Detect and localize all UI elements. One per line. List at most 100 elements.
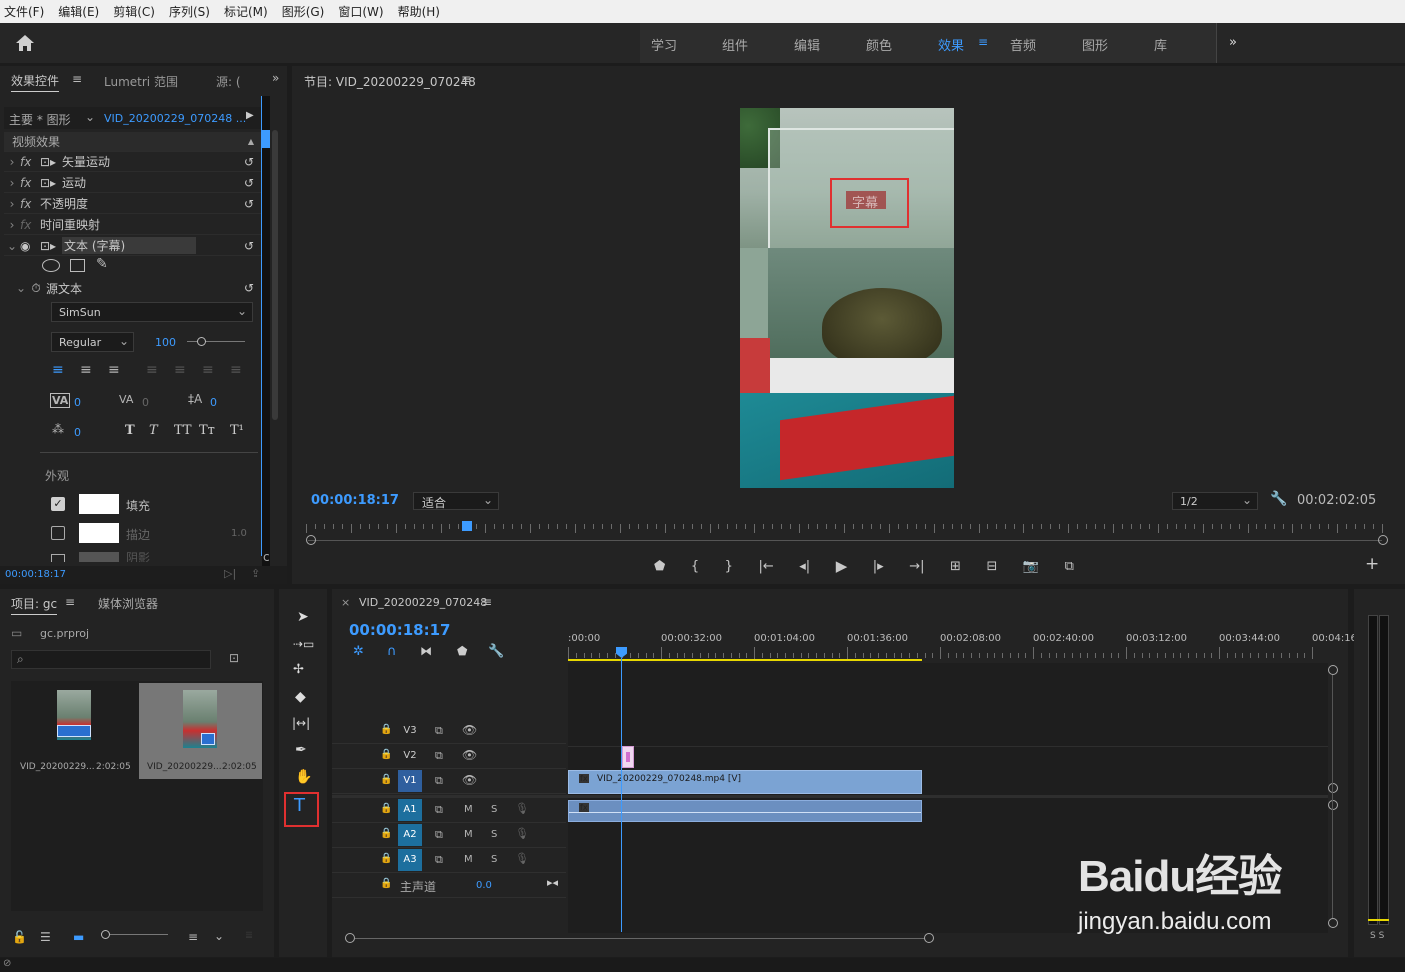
export-frame-icon[interactable]: 📷 (1023, 559, 1039, 574)
sync-lock-icon[interactable]: ⧉ (435, 724, 443, 738)
eye-icon[interactable]: 👁 (462, 748, 477, 762)
h-scroll-bar[interactable] (355, 938, 925, 939)
go-to-edges-icon[interactable]: ▸◂ (547, 876, 558, 889)
shadow-checkbox[interactable] (51, 554, 65, 562)
sync-lock-icon[interactable]: ⧉ (435, 749, 443, 763)
microphone-icon[interactable]: 🎙 (515, 802, 529, 815)
lock-icon[interactable]: 🔒 (380, 803, 392, 814)
effect-timecode[interactable]: 00:00:18:17 (5, 569, 66, 580)
track-select-tool-icon[interactable]: ⇢▭ (293, 637, 314, 651)
go-to-out-icon[interactable]: →| (909, 559, 924, 574)
timeline-timecode[interactable]: 00:00:18:17 (349, 621, 451, 639)
track-label[interactable]: A1 (398, 799, 422, 821)
solo-button[interactable]: S (491, 854, 497, 865)
lock-icon[interactable]: 🔒 (380, 828, 392, 839)
timeline-settings-icon[interactable]: 🔧 (488, 644, 504, 659)
panel-menu-icon[interactable]: ≡ (482, 595, 492, 609)
lock-icon[interactable]: 🔒 (380, 724, 392, 735)
chevron-down-icon[interactable]: ⌄ (214, 929, 224, 943)
add-marker-icon[interactable]: ⬟ (654, 559, 665, 574)
workspace-color[interactable]: 颜色 (866, 35, 892, 54)
new-bin-icon[interactable]: ⊡ (229, 651, 239, 665)
stroke-width-value[interactable]: 1.0 (231, 528, 247, 539)
solo-button[interactable]: S (491, 829, 497, 840)
razor-tool-icon[interactable]: ◆ (295, 689, 306, 705)
scroll-handle-audio[interactable] (1328, 800, 1338, 810)
effect-playhead-marker[interactable] (262, 130, 270, 148)
justify-center-icon[interactable]: ≡ (174, 362, 186, 378)
track-label[interactable]: V3 (398, 720, 422, 742)
sync-lock-icon[interactable]: ⧉ (435, 803, 443, 817)
pen-tool-icon[interactable]: ✒ (295, 742, 307, 758)
reset-icon[interactable]: ↺ (244, 281, 254, 295)
timeline-ruler[interactable]: :00:00 00:00:32:00 00:01:04:00 00:01:36:00 0… (568, 633, 1357, 661)
slip-tool-icon[interactable]: |↔| (292, 716, 310, 730)
project-item-1[interactable]: VID_20200229... 2:02:05 (13, 683, 136, 779)
workspace-audio[interactable]: 音频 (1010, 35, 1036, 54)
add-marker-icon[interactable]: ⬟ (457, 644, 467, 658)
slider-handle[interactable] (101, 930, 110, 939)
play-arrow-icon[interactable]: ▶ (246, 110, 254, 121)
mark-in-icon[interactable]: { (691, 559, 699, 574)
lock-icon[interactable]: 🔒 (380, 853, 392, 864)
fill-checkbox[interactable]: ✓ (51, 497, 65, 511)
lock-icon[interactable]: 🔓 (12, 930, 27, 944)
effect-row-motion[interactable]: › fx ⊡▸ 运动 ↺ (4, 173, 262, 193)
go-to-in-icon[interactable]: |← (758, 559, 773, 574)
lift-icon[interactable]: ⊞ (950, 559, 961, 574)
sync-lock-icon[interactable]: ⧉ (435, 774, 443, 788)
zoom-handle-left[interactable] (306, 535, 316, 545)
workspace-libraries[interactable]: 库 (1154, 35, 1167, 54)
track-label[interactable]: A2 (398, 824, 422, 846)
comparison-view-icon[interactable]: ⧉ (1065, 559, 1074, 574)
workspace-graphics[interactable]: 图形 (1082, 35, 1108, 54)
kerning-value[interactable]: 0 (74, 396, 81, 409)
sync-lock-icon[interactable]: ⧉ (435, 853, 443, 867)
clip-selector[interactable]: VID_20200229_070248 ... (104, 112, 246, 125)
chevron-down-icon[interactable]: ⌄ (85, 110, 95, 124)
justify-right-icon[interactable]: ≡ (202, 362, 214, 378)
menu-clip[interactable]: 剪辑(C) (113, 3, 155, 20)
project-item-2[interactable]: VID_20200229... 2:02:05 (139, 683, 262, 779)
eye-icon[interactable]: 👁 (462, 773, 477, 787)
leading-value[interactable]: 0 (210, 396, 217, 409)
tab-media-browser[interactable]: 媒体浏览器 (98, 595, 158, 612)
extract-icon[interactable]: ⊟ (986, 559, 997, 574)
effect-row-vector-motion[interactable]: › fx ⊡▸ 矢量运动 ↺ (4, 152, 262, 172)
faux-italic-icon[interactable]: T (149, 423, 158, 438)
automate-icon[interactable]: ⦙⦙⦙ (246, 931, 252, 941)
icon-view-icon[interactable]: ▬ (73, 930, 84, 944)
font-size-value[interactable]: 100 (155, 336, 176, 349)
filter-icon[interactable]: ▷| (224, 567, 236, 580)
panel-menu-icon[interactable]: ≡ (65, 595, 75, 609)
track-label[interactable]: V2 (398, 745, 422, 767)
track-label[interactable]: A3 (398, 849, 422, 871)
align-center-icon[interactable]: ≡ (80, 362, 92, 378)
faux-bold-icon[interactable]: T (125, 423, 135, 438)
h-scroll-left-handle[interactable] (345, 933, 355, 943)
program-playhead[interactable] (462, 521, 473, 531)
scroll-handle-icon[interactable]: c (263, 550, 270, 564)
close-tab-icon[interactable]: × (341, 596, 350, 609)
h-scroll-right-handle[interactable] (924, 933, 934, 943)
program-timecode[interactable]: 00:00:18:17 (311, 493, 399, 508)
tab-project[interactable]: 项目: gc (11, 595, 58, 615)
settings-wrench-icon[interactable]: 🔧 (1270, 491, 1287, 507)
menu-marker[interactable]: 标记(M) (224, 3, 268, 20)
caption-clip[interactable] (622, 746, 634, 768)
menu-sequence[interactable]: 序列(S) (169, 3, 210, 20)
workspace-editing[interactable]: 编辑 (794, 35, 820, 54)
rectangle-tool-icon[interactable] (70, 259, 85, 272)
reset-icon[interactable]: ↺ (244, 176, 254, 190)
sequence-tab[interactable]: VID_20200229_070248 (359, 596, 487, 609)
scroll-handle-mid[interactable] (1328, 783, 1338, 793)
workspace-menu-icon[interactable]: ≡ (978, 35, 988, 49)
font-family-select[interactable]: SimSun ⌄ (51, 302, 253, 322)
align-left-icon[interactable]: ≡ (52, 362, 64, 378)
program-video-frame[interactable]: 字幕 (740, 108, 954, 488)
track-label[interactable]: V1 (398, 770, 422, 792)
add-button-icon[interactable]: + (1365, 554, 1379, 574)
linked-selection-icon[interactable]: ⧓ (420, 644, 432, 658)
vertical-scrollbar[interactable] (272, 130, 278, 420)
zoom-handle-right[interactable] (1378, 535, 1388, 545)
